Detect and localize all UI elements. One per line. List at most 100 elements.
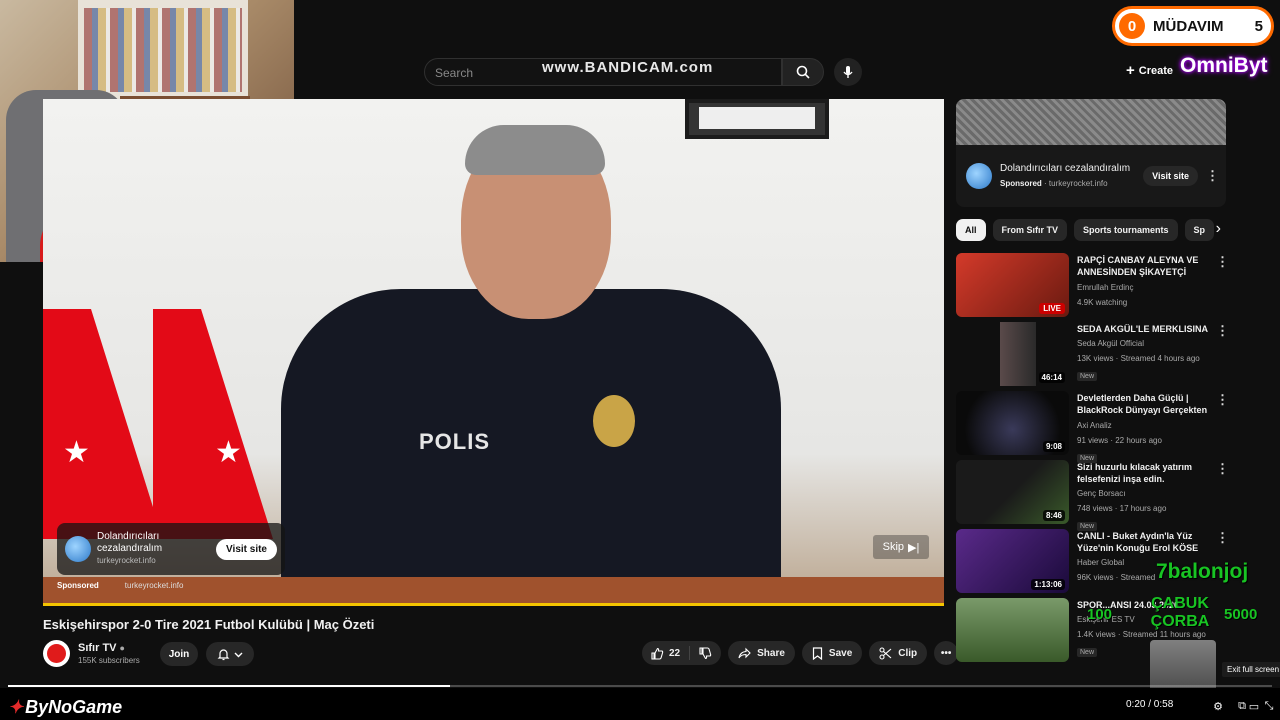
sponsored-domain[interactable]: turkeyrocket.info <box>125 581 184 590</box>
goal-target-overlay: 5000 <box>1224 606 1258 623</box>
voice-search-button[interactable] <box>834 58 862 86</box>
time-display: 0:20 / 0:58 <box>1126 699 1174 710</box>
bandicam-watermark: www.BANDICAM.com <box>542 59 714 76</box>
video-thumbnail[interactable]: 9:08 <box>956 391 1069 455</box>
player-progress-bar[interactable] <box>8 685 1272 687</box>
ad-title: Dolandırıcıları cezalandıralım <box>97 531 163 554</box>
like-dislike-group: 22 <box>642 641 722 665</box>
filter-chips: All From Sıfır TV Sports tournaments Sp <box>956 219 1226 241</box>
officer-hair <box>465 125 605 175</box>
exit-fullscreen-icon[interactable]: ⤡ <box>1262 699 1276 713</box>
rec-channel: Seda Akgül Official <box>1077 339 1145 348</box>
rec-channel: Axi Analiz <box>1077 421 1112 430</box>
duration-badge: 9:08 <box>1042 441 1065 452</box>
webcam-shelf <box>78 0 248 100</box>
list-item[interactable]: 9:08 Devletlerden Daha Güçlü | BlackRock… <box>956 391 1229 463</box>
more-vertical-icon[interactable]: ⋮ <box>1216 531 1229 544</box>
plus-icon: + <box>1126 62 1135 79</box>
video-thumbnail[interactable] <box>956 598 1069 662</box>
sidebar-ad-card[interactable]: Dolandırıcıları cezalandıralım Sponsored… <box>956 145 1226 207</box>
chip-from-channel[interactable]: From Sıfır TV <box>992 219 1068 241</box>
wall-frame <box>685 99 829 139</box>
chip-all[interactable]: All <box>956 219 986 241</box>
sidebar-ad-image[interactable] <box>956 99 1226 145</box>
like-button[interactable]: 22 <box>642 641 689 665</box>
video-thumbnail[interactable]: 46:14 <box>956 322 1069 386</box>
youtube-topbar: Search www.BANDICAM.com + Create OmniByt <box>294 52 1280 92</box>
advertiser-logo-icon <box>966 163 992 189</box>
share-icon <box>738 647 751 658</box>
more-vertical-icon[interactable]: ⋮ <box>1216 255 1229 268</box>
donor-name-overlay: 7balonjoj <box>1156 560 1249 583</box>
duration-badge: 8:46 <box>1042 510 1065 521</box>
rec-meta: 91 views · 22 hours ago <box>1077 436 1162 445</box>
thumbs-down-icon <box>699 646 712 659</box>
more-actions-button[interactable]: ••• <box>934 641 959 665</box>
duration-badge: 1:13:06 <box>1031 579 1065 590</box>
chevron-down-icon <box>234 652 243 657</box>
more-vertical-icon[interactable]: ⋮ <box>1206 169 1219 182</box>
share-label: Share <box>757 647 785 659</box>
join-button[interactable]: Join <box>160 642 198 666</box>
create-label: Create <box>1138 64 1174 77</box>
sidebar-ad-domain: turkeyrocket.info <box>1048 179 1108 188</box>
video-thumbnail[interactable]: 1:13:06 <box>956 529 1069 593</box>
sidebar-visit-site-button[interactable]: Visit site <box>1143 166 1198 186</box>
list-item[interactable]: 8:46 Sizi huzurlu kılacak yatırım felsef… <box>956 460 1229 531</box>
channel-name-text: Sıfır TV <box>78 642 117 654</box>
bell-icon <box>217 648 230 660</box>
flag-star-icon: ★ <box>215 436 242 469</box>
visit-site-button[interactable]: Visit site <box>216 538 277 560</box>
share-button[interactable]: Share <box>728 641 795 665</box>
chip-sports[interactable]: Sp <box>1184 219 1215 241</box>
duration-badge: 46:14 <box>1038 372 1065 383</box>
video-thumbnail[interactable]: 8:46 <box>956 460 1069 524</box>
rec-meta: 748 views · 17 hours ago <box>1077 504 1167 513</box>
list-item[interactable]: 46:14 SEDA AKGÜL'LE MERKLISINA Seda Akgü… <box>956 322 1229 391</box>
more-vertical-icon[interactable]: ⋮ <box>1216 393 1229 406</box>
verified-icon: ● <box>119 643 125 653</box>
bynogame-logo-icon: ✦ <box>8 697 24 717</box>
video-ad-card[interactable]: Dolandırıcıları cezalandıralım turkeyroc… <box>57 523 285 575</box>
video-title: Eskişehirspor 2-0 Tire 2021 Futbol Kulüb… <box>43 617 375 632</box>
sidebar-ad-title: Dolandırıcıları cezalandıralım <box>1000 163 1131 174</box>
skip-ad-button[interactable]: Skip ▶| <box>873 535 929 559</box>
rec-meta: 4.9K watching <box>1077 298 1128 307</box>
create-button[interactable]: + Create <box>1126 62 1173 79</box>
chip-sports-tournaments[interactable]: Sports tournaments <box>1074 219 1178 241</box>
turkish-flag <box>43 309 163 539</box>
search-button[interactable] <box>782 58 824 86</box>
polis-patch: POLIS <box>419 429 491 454</box>
bynogame-logo: ✦ ByNoGame <box>8 697 122 718</box>
ad-text: Dolandırıcıları cezalandıralım turkeyroc… <box>97 531 210 567</box>
clip-label: Clip <box>898 647 918 659</box>
more-vertical-icon[interactable]: ⋮ <box>1216 324 1229 337</box>
rec-title: CANLI - Buket Aydın'la Yüz Yüze'nin Konu… <box>1077 531 1199 553</box>
rec-title: Devletlerden Daha Güçlü | BlackRock Düny… <box>1077 393 1208 415</box>
more-vertical-icon[interactable]: ⋮ <box>1216 462 1229 475</box>
save-button[interactable]: Save <box>801 641 863 665</box>
chevron-right-icon[interactable]: › <box>1216 220 1221 238</box>
video-player[interactable]: ★ ★ POLIS Skip ▶| Dolandırıcıları cezala… <box>43 99 944 606</box>
channel-name[interactable]: Sıfır TV ● <box>78 642 125 654</box>
ad-progress-bar <box>43 603 944 606</box>
list-item[interactable]: LIVE RAPÇİ CANBAY ALEYNA VE ANNESİNDEN Ş… <box>956 253 1229 322</box>
thumbs-up-icon <box>651 647 664 660</box>
channel-avatar[interactable] <box>43 640 70 667</box>
video-thumbnail[interactable]: LIVE <box>956 253 1069 317</box>
subscribe-bell-button[interactable] <box>206 642 254 666</box>
dislike-button[interactable] <box>690 641 721 665</box>
omnibyt-overlay: OmniByt <box>1180 54 1268 77</box>
turkish-flag <box>153 309 273 539</box>
exit-fullscreen-tooltip: Exit full screen <box>1222 662 1280 677</box>
rec-channel: Emrullah Erdinç <box>1077 283 1134 292</box>
sifir-tv-logo-icon <box>47 644 66 663</box>
clip-button[interactable]: Clip <box>869 641 928 665</box>
new-badge: New <box>1077 648 1098 657</box>
live-badge: LIVE <box>1039 303 1065 314</box>
scissors-icon <box>879 646 892 660</box>
settings-icon[interactable]: ⚙ <box>1211 699 1225 713</box>
theater-icon[interactable]: ▭ <box>1247 699 1261 713</box>
like-count: 22 <box>669 647 681 659</box>
badge-number: 5 <box>1254 17 1263 35</box>
